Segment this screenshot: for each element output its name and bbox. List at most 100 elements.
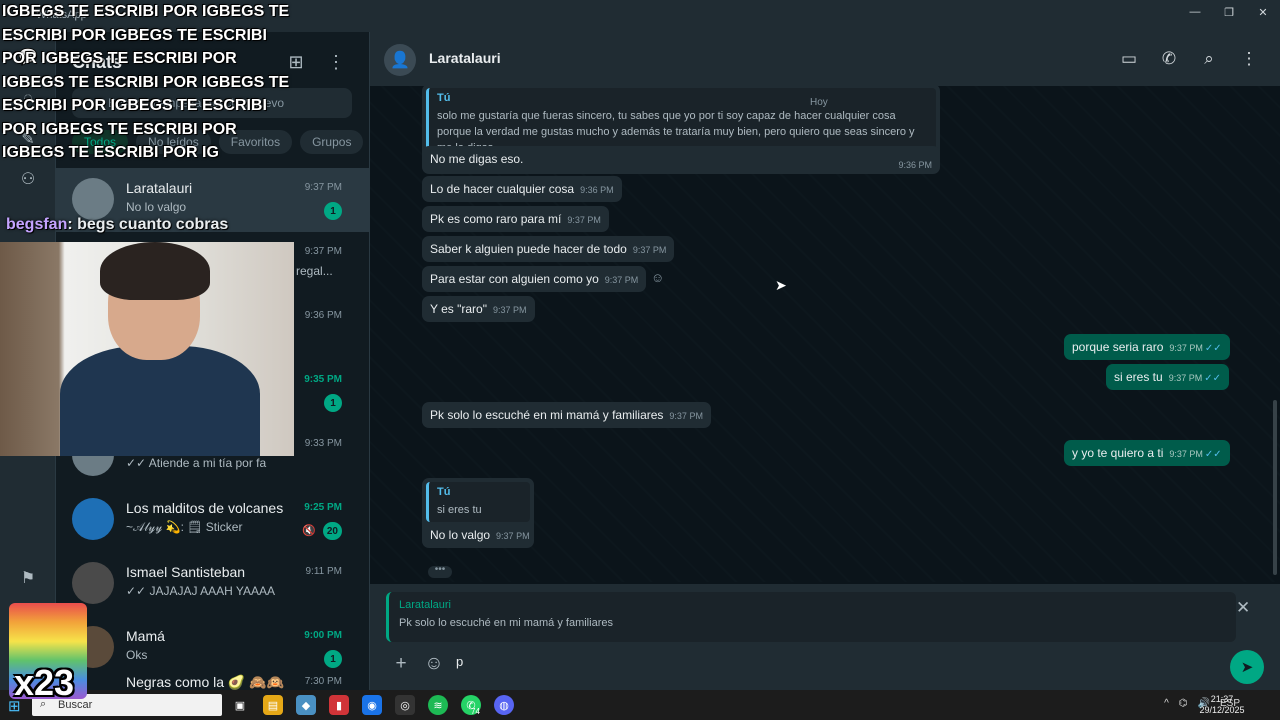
chat-preview: ✓✓ JAJAJAJ AAAH YAAAA (126, 584, 276, 598)
day-separator: Hoy (810, 97, 828, 108)
chat-scrollbar[interactable] (1273, 400, 1277, 575)
send-button[interactable]: ➤ (1230, 650, 1264, 684)
message-bubble-outgoing[interactable]: porque seria raro 9:37 PM ✓✓ (1064, 334, 1230, 360)
message-time: 9:37 PM (669, 411, 703, 421)
chat-name: Ismael Santisteban (126, 564, 246, 580)
contact-name[interactable]: Laratalauri (429, 50, 501, 66)
windows-taskbar: ⊞ ⌕ Buscar ▣ ▤ ◆ ▮ ◉ ◎ ≋ ✆ ◍ ^ ⌬ 🔊 ESP 21… (0, 690, 1280, 720)
message-text: No me digas eso. (430, 152, 524, 166)
clock-time: 21:37 (1210, 694, 1234, 704)
app-icon[interactable]: ▮ (329, 695, 349, 715)
message-time: 9:37 PM (493, 305, 527, 315)
stream-alert-banner: IGBEGS TE ESCRIBI POR IGBEGS TE ESCRIBI … (2, 3, 290, 161)
message-text: Saber k alguien puede hacer de todo (430, 242, 627, 256)
message-bubble[interactable]: No me digas eso. 9:36 PM (422, 146, 940, 174)
message-time: 9:37 PM (1169, 343, 1203, 353)
chat-name: Los malditos de volcanes (126, 500, 284, 516)
message-text: y yo te quiero a ti (1072, 446, 1164, 460)
contact-avatar-icon[interactable]: 👤 (384, 44, 416, 76)
message-bubble-outgoing[interactable]: y yo te quiero a ti 9:37 PM ✓✓ (1064, 440, 1230, 466)
message-text: Lo de hacer cualquier cosa (430, 182, 575, 196)
stream-chat-message: begsfan: begs cuanto cobras (6, 216, 228, 234)
clock-date: 29/12/2025 (1199, 705, 1245, 715)
chat-time: 9:37 PM (304, 246, 342, 257)
chat-item[interactable]: Ismael Santisteban ✓✓ JAJAJAJ AAAH YAAAA… (56, 552, 370, 616)
mouse-cursor-icon: ➤ (775, 277, 787, 293)
reply-text: Pk solo lo escuché en mi mamá y familiar… (399, 617, 613, 629)
chat-item[interactable]: Mamá Oks 9:00 PM 1 (56, 616, 370, 680)
sticker-icon[interactable]: ☺ (422, 652, 446, 676)
communities-icon[interactable]: ⚇ (17, 168, 39, 190)
voice-call-icon[interactable]: ✆ (1157, 47, 1181, 71)
message-text: si eres tu (1114, 370, 1163, 384)
minimize-button[interactable]: — (1178, 0, 1212, 24)
avatar (72, 178, 114, 220)
menu-icon[interactable]: ⋮ (324, 50, 348, 74)
webcam-person-body (60, 346, 260, 456)
message-bubble-outgoing[interactable]: si eres tu 9:37 PM ✓✓ (1106, 364, 1229, 390)
chat-time: 7:30 PM (304, 676, 342, 687)
app-icon[interactable]: ◎ (395, 695, 415, 715)
chat-item[interactable]: Los malditos de volcanes ~𝒜𝓁𝓎𝓎 💫: 🗒 Stic… (56, 488, 370, 552)
discord-icon[interactable]: ◍ (494, 695, 514, 715)
chat-time: 9:11 PM (305, 566, 343, 577)
message-bubble[interactable]: Lo de hacer cualquier cosa 9:36 PM (422, 176, 622, 202)
message-time: 9:36 PM (580, 185, 614, 195)
taskbar-clock[interactable]: 21:37 29/12/2025 (1198, 694, 1246, 716)
task-view-icon[interactable]: ▣ (230, 695, 250, 715)
chat-preview: ~𝒜𝓁𝓎𝓎 💫: 🗒 Sticker (126, 520, 243, 534)
tray-chevron-icon[interactable]: ^ (1164, 698, 1169, 709)
search-icon[interactable]: ⌕ (1197, 47, 1221, 71)
attach-plus-icon[interactable]: + (389, 652, 413, 676)
message-bubble[interactable]: Para estar con alguien como yo 9:37 PM (422, 266, 647, 292)
chat-item[interactable]: Negras como la 🥑 🙈🙉 7:30 PM (56, 672, 370, 690)
read-ticks-icon: ✓✓ (1204, 343, 1222, 354)
read-ticks-icon: ✓✓ (1204, 373, 1221, 384)
close-window-button[interactable]: ✕ (1246, 0, 1280, 24)
video-call-icon[interactable]: ▭ (1117, 47, 1141, 71)
stream-chat-text: : begs cuanto cobras (67, 216, 229, 233)
conversation-panel: 👤 Laratalauri ▭ ✆ ⌕ ⋮ Tú solo me gustarí… (370, 32, 1280, 690)
close-reply-icon[interactable]: ✕ (1236, 598, 1250, 618)
message-bubble[interactable]: Saber k alguien puede hacer de todo 9:37 … (422, 236, 675, 262)
quote-text: si eres tu (437, 504, 482, 516)
message-text: Para estar con alguien como yo (430, 272, 599, 286)
message-bubble[interactable]: Y es "raro" 9:37 PM (422, 296, 535, 322)
quoted-message[interactable]: Tú si eres tu (426, 482, 530, 522)
app-icon[interactable]: ◆ (296, 695, 316, 715)
emote-counter: x23 (14, 662, 75, 703)
composer: Laratalauri Pk solo lo escuché en mi mam… (370, 584, 1280, 690)
message-text: Pk solo lo escuché en mi mamá y familiar… (430, 408, 664, 422)
spotify-icon[interactable]: ≋ (428, 695, 448, 715)
chat-preview: ✓✓ Atiende a mi tía por fa (126, 456, 267, 470)
tray-network-icon[interactable]: ⌬ (1179, 698, 1188, 709)
message-time: 9:37 PM (604, 275, 639, 285)
react-emoji-icon[interactable]: ☺ (651, 270, 664, 285)
message-time: 9:37 PM (1168, 373, 1203, 383)
conversation-menu-icon[interactable]: ⋮ (1237, 47, 1261, 71)
message-input[interactable]: p (456, 654, 463, 669)
chrome-icon[interactable]: ◉ (362, 695, 382, 715)
webcam-feed (0, 242, 294, 456)
unread-badge: 20 (322, 522, 342, 540)
message-time: 9:37 PM (496, 531, 530, 541)
message-bubble[interactable]: Pk es como raro para mí 9:37 PM (422, 206, 609, 232)
chat-preview: No lo valgo (126, 200, 187, 214)
message-time: 9:37 PM (632, 245, 667, 255)
filter-groups[interactable]: Grupos (300, 130, 364, 154)
unread-badge: 1 (324, 202, 342, 220)
chat-name: Negras como la 🥑 🙈🙉 (126, 674, 285, 690)
message-text: Y es "raro" (430, 302, 487, 316)
message-time: 9:36 PM (898, 160, 932, 170)
chat-time: 9:33 PM (304, 438, 342, 449)
stream-chat-user: begsfan (6, 216, 68, 233)
starred-messages-icon[interactable]: ⚑ (17, 567, 39, 589)
message-with-quote[interactable]: Tú si eres tu No lo valgo 9:37 PM (422, 478, 534, 548)
chat-time: 9:37 PM (304, 182, 342, 193)
reply-preview: Laratalauri Pk solo lo escuché en mi mam… (386, 592, 1236, 642)
unread-badge: 1 (324, 650, 342, 668)
chat-preview: o regal... (286, 264, 333, 278)
maximize-button[interactable]: ❐ (1212, 0, 1246, 24)
message-bubble[interactable]: Pk solo lo escuché en mi mamá y familiar… (422, 402, 711, 428)
file-explorer-icon[interactable]: ▤ (263, 695, 283, 715)
